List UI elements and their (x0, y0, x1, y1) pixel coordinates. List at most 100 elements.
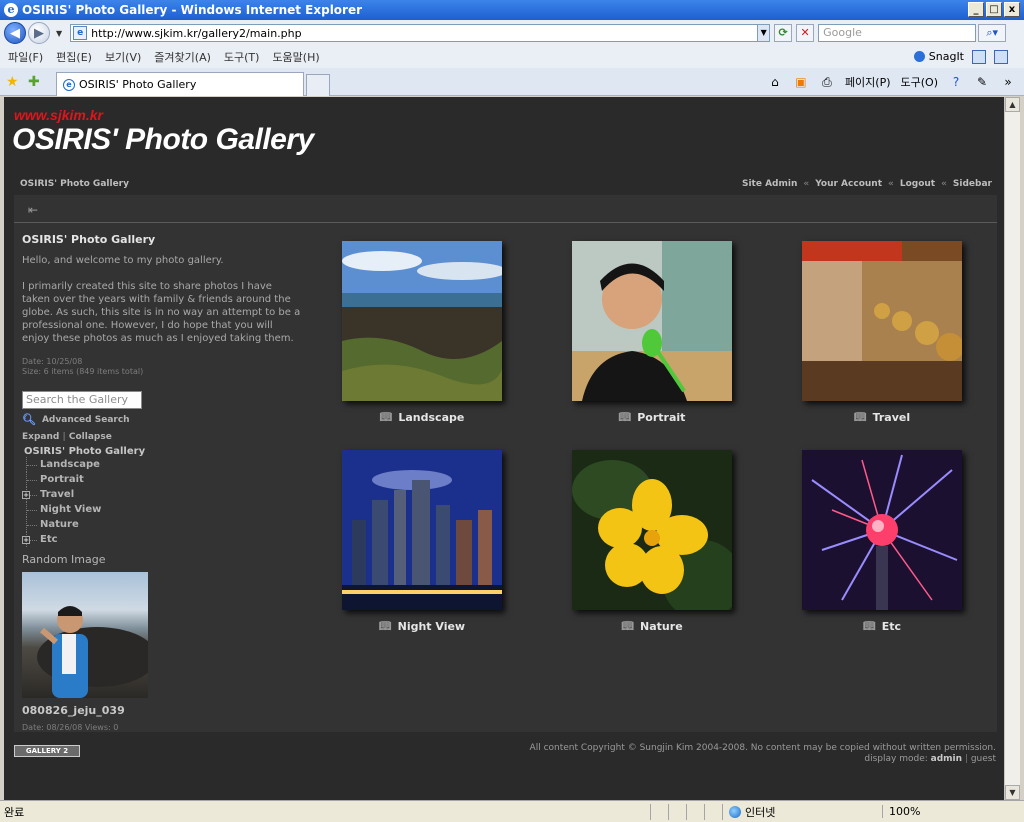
plasma-ball-photo (802, 450, 962, 610)
search-icon: 🔍︎ (22, 413, 36, 426)
album-night-view[interactable]: 📖︎ Night View (322, 450, 522, 633)
display-mode-admin[interactable]: admin (931, 754, 962, 764)
expand-plus-icon[interactable]: + (22, 536, 30, 544)
tree-item-travel[interactable]: + Travel (22, 487, 302, 502)
search-input[interactable]: Google (818, 24, 977, 42)
gallery-meta: Date: 10/25/08 Size: 6 items (849 items … (22, 357, 302, 377)
portrait-photo (572, 241, 732, 401)
album-thumbnail[interactable] (572, 241, 732, 401)
tools-menu[interactable]: 도구(O) (901, 74, 938, 90)
breadcrumb[interactable]: OSIRIS' Photo Gallery (20, 179, 129, 189)
logout-link[interactable]: Logout (900, 179, 935, 189)
display-mode-guest[interactable]: guest (971, 754, 996, 764)
search-button[interactable]: ⌕▾ (978, 24, 1007, 42)
album-landscape[interactable]: 📖︎ Landscape (322, 241, 522, 424)
menu-bar: 파일(F) 편집(E) 보기(V) 즐겨찾기(A) 도구(T) 도움말(H) S… (0, 46, 1024, 68)
forward-button[interactable]: ▶ (28, 22, 50, 44)
album-icon: 📖︎ (863, 621, 876, 632)
album-nature[interactable]: 📖︎ Nature (552, 450, 752, 633)
expand-link[interactable]: Expand (22, 432, 59, 442)
menu-view[interactable]: 보기(V) (105, 49, 141, 65)
album-label[interactable]: Night View (398, 620, 465, 633)
menu-file[interactable]: 파일(F) (8, 49, 43, 65)
tree-item-portrait[interactable]: Portrait (22, 472, 302, 487)
travel-photo (802, 241, 962, 401)
maximize-button[interactable]: □ (986, 2, 1002, 17)
advanced-search-link[interactable]: 🔍︎ Advanced Search (22, 413, 302, 426)
snagit-label: SnagIt (928, 50, 964, 63)
vertical-scrollbar[interactable]: ▲ ▼ (1004, 97, 1020, 800)
sidebar-link[interactable]: Sidebar (953, 179, 992, 189)
album-label[interactable]: Portrait (637, 411, 685, 424)
page-menu[interactable]: 페이지(P) (845, 74, 891, 90)
add-favorite-icon[interactable]: ✚ (28, 74, 40, 90)
boy-on-beach-photo (37, 606, 148, 698)
album-thumbnail[interactable] (802, 241, 962, 401)
print-icon[interactable]: ⎙ (819, 74, 835, 90)
album-travel[interactable]: 📖︎ Travel (782, 241, 982, 424)
gallery-search-input[interactable]: Search the Gallery (22, 391, 142, 409)
collapse-link[interactable]: Collapse (69, 432, 112, 442)
random-image-thumbnail[interactable] (22, 572, 148, 698)
gallery-date: Date: 10/25/08 (22, 357, 83, 366)
album-label[interactable]: Travel (873, 411, 911, 424)
album-thumbnail[interactable] (572, 450, 732, 610)
your-account-link[interactable]: Your Account (815, 179, 882, 189)
minimize-button[interactable]: _ (968, 2, 984, 17)
album-thumbnail[interactable] (342, 450, 502, 610)
feeds-icon[interactable]: ▣ (793, 74, 809, 90)
sidebar-toggle-icon[interactable]: ⇤ (28, 203, 42, 217)
menu-tools[interactable]: 도구(T) (224, 49, 260, 65)
divider (14, 222, 997, 223)
album-label[interactable]: Etc (882, 620, 901, 633)
tree-root[interactable]: OSIRIS' Photo Gallery (24, 446, 302, 457)
stop-button[interactable]: ✕ (796, 24, 815, 42)
menu-help[interactable]: 도움말(H) (272, 49, 319, 65)
random-image-heading: Random Image (22, 553, 106, 566)
tab-bar: ★ ✚ e OSIRIS' Photo Gallery ⌂ ▣ ⎙ 페이지(P)… (0, 68, 1024, 96)
refresh-button[interactable]: ⟳ (774, 24, 793, 42)
tab-current[interactable]: e OSIRIS' Photo Gallery (56, 72, 304, 96)
tree-item-landscape[interactable]: Landscape (22, 457, 302, 472)
footer-copyright: All content Copyright © Sungjin Kim 2004… (530, 743, 996, 765)
back-button[interactable]: ◀ (4, 22, 26, 44)
expand-plus-icon[interactable]: + (22, 491, 30, 499)
album-thumbnail[interactable] (342, 241, 502, 401)
album-thumbnail[interactable] (802, 450, 962, 610)
snagit-button[interactable]: SnagIt (913, 50, 964, 63)
help-icon[interactable]: ? (948, 74, 964, 90)
url-text[interactable]: http://www.sjkim.kr/gallery2/main.php (91, 27, 757, 40)
nature-photo (572, 450, 732, 610)
scroll-up-icon[interactable]: ▲ (1005, 97, 1020, 112)
menu-favorites[interactable]: 즐겨찾기(A) (154, 49, 211, 65)
menu-edit[interactable]: 편집(E) (56, 49, 92, 65)
tree-item-night-view[interactable]: Night View (22, 502, 302, 517)
close-button[interactable]: x (1004, 2, 1020, 17)
album-etc[interactable]: 📖︎ Etc (782, 450, 982, 633)
research-icon[interactable]: ✎ (974, 74, 990, 90)
description-text: I primarily created this site to share p… (22, 281, 301, 344)
address-dropdown-icon[interactable]: ▼ (757, 25, 770, 41)
album-portrait[interactable]: 📖︎ Portrait (552, 241, 752, 424)
snagit-capture-icon[interactable] (972, 50, 986, 64)
status-segment (686, 803, 704, 820)
history-dropdown-icon[interactable]: ▼ (56, 29, 62, 38)
home-icon[interactable]: ⌂ (767, 74, 783, 90)
album-label[interactable]: Nature (640, 620, 683, 633)
tree-item-nature[interactable]: Nature (22, 517, 302, 532)
album-icon: 📖︎ (378, 621, 392, 632)
new-tab-button[interactable] (306, 74, 330, 96)
site-admin-link[interactable]: Site Admin (742, 179, 797, 189)
zoom-level[interactable]: 100% (882, 805, 962, 818)
tree-item-etc[interactable]: + Etc (22, 532, 302, 547)
album-label[interactable]: Landscape (398, 411, 464, 424)
snagit-catalog-icon[interactable] (994, 50, 1008, 64)
random-image-name[interactable]: 080826_jeju_039 (22, 704, 302, 717)
gallery2-logo[interactable]: GALLERY 2 (14, 745, 80, 757)
album-icon: 📖︎ (379, 412, 393, 423)
security-zone[interactable]: 인터넷 (722, 803, 882, 820)
scroll-down-icon[interactable]: ▼ (1005, 785, 1020, 800)
favorites-star-icon[interactable]: ★ (6, 74, 19, 90)
address-bar[interactable]: e http://www.sjkim.kr/gallery2/main.php … (70, 24, 771, 42)
toolbar-extend-icon[interactable]: » (1000, 74, 1016, 90)
